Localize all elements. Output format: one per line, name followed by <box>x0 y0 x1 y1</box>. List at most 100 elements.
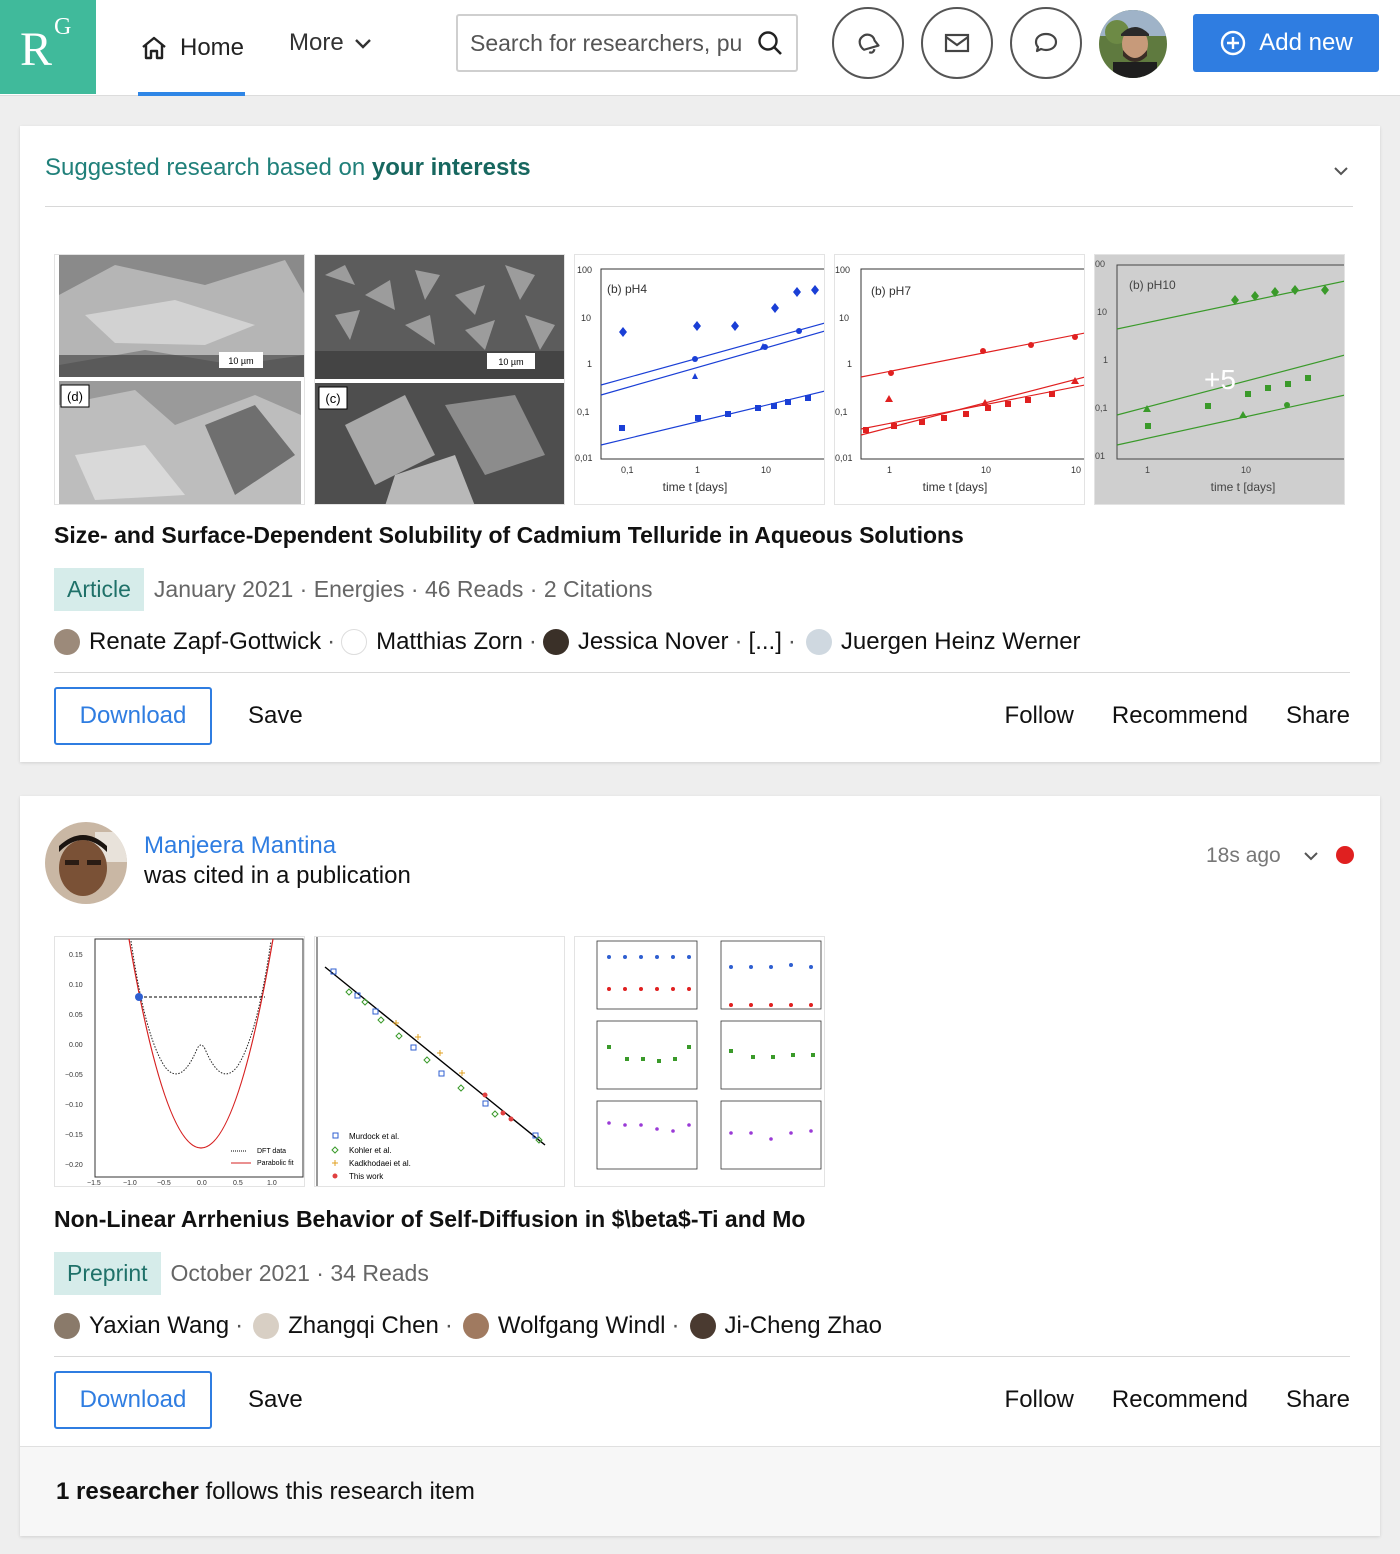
publication-meta: Preprint October 2021 · 34 Reads <box>54 1252 429 1295</box>
figure-thumbnail-ph10-plot[interactable]: 00 10 1 0,1 01 1 10 time t [days] (b) pH10 +5 <box>1094 254 1345 505</box>
svg-text:0,1: 0,1 <box>835 407 848 417</box>
author-name[interactable]: Ji-Cheng Zhao <box>725 1312 882 1340</box>
share-button[interactable]: Share <box>1286 702 1350 730</box>
separator: · <box>734 628 743 655</box>
figure-thumbnail-sem-2[interactable]: 10 µm (c) <box>314 254 565 505</box>
figure-thumbnail-ph4-plot[interactable]: 100 10 1 0,1 0,01 0,1 1 10 time t [days] (b) p… <box>574 254 825 505</box>
figure-thumbnail-energy-curve[interactable]: 0.15 0.10 0.05 0.00 −0.05 −0.10 −0.15 −0.20 −1… <box>54 936 305 1187</box>
author-avatar[interactable] <box>805 629 832 655</box>
legend-item: Kadkhodaei et al. <box>349 1159 411 1168</box>
solubility-plot: 100 10 1 0,1 0,01 0,1 1 10 time t [days] (b) p… <box>575 265 824 494</box>
author-name[interactable]: Juergen Heinz Werner <box>841 628 1081 656</box>
more-authors[interactable]: [...] <box>749 628 782 656</box>
author-avatar[interactable] <box>462 1313 489 1339</box>
download-button[interactable]: Download <box>54 687 212 745</box>
researchgate-logo[interactable]: R G <box>0 0 96 94</box>
author-name[interactable]: Yaxian Wang <box>89 1312 229 1340</box>
nav-more-label: More <box>289 29 344 56</box>
author-avatar[interactable] <box>542 629 569 655</box>
author-avatar[interactable] <box>253 1313 280 1339</box>
figure-thumbnail-arrhenius-plot[interactable]: Murdock et al. Kohler et al. Kadkhodaei … <box>314 936 565 1187</box>
figure-thumbnail-ph7-plot[interactable]: 100 10 1 0,1 0,01 1 10 10 time t [days] (b) pH… <box>834 254 1085 505</box>
svg-text:1: 1 <box>887 465 892 475</box>
share-button[interactable]: Share <box>1286 1386 1350 1414</box>
add-new-button[interactable]: Add new <box>1193 14 1379 72</box>
separator: · <box>327 628 336 655</box>
user-avatar[interactable] <box>1099 10 1167 78</box>
feed-item-card: Manjeera Mantina was cited in a publicat… <box>20 796 1380 1536</box>
author-name[interactable]: Jessica Nover <box>578 628 729 656</box>
separator: · <box>235 1312 244 1339</box>
figure-thumbnail-sem-1[interactable]: 10 µm (d) <box>54 254 305 505</box>
svg-text:0,01: 0,01 <box>835 453 853 463</box>
publication-type-badge: Preprint <box>54 1252 161 1295</box>
separator: · <box>444 1312 453 1339</box>
publication-title[interactable]: Size- and Surface-Dependent Solubility o… <box>54 522 964 549</box>
save-button[interactable]: Save <box>248 1386 303 1414</box>
messages-button[interactable] <box>921 7 993 79</box>
svg-text:−0.10: −0.10 <box>65 1102 83 1109</box>
figure-thumbnail-multipanel[interactable] <box>574 936 825 1187</box>
chat-button[interactable] <box>1010 7 1082 79</box>
legend-item: This work <box>349 1172 384 1181</box>
author-avatar[interactable] <box>54 1313 80 1339</box>
notifications-button[interactable] <box>832 7 904 79</box>
author-avatar[interactable] <box>341 629 368 655</box>
search-input[interactable] <box>470 29 750 57</box>
author-name[interactable]: Zhangqi Chen <box>288 1312 439 1340</box>
save-button[interactable]: Save <box>248 702 303 730</box>
svg-text:100: 100 <box>835 265 850 275</box>
author-list: Yaxian Wang · Zhangqi Chen · Wolfgang Wind… <box>54 1312 882 1340</box>
author-avatar[interactable] <box>689 1313 716 1339</box>
scale-bar-label: 10 µm <box>498 357 523 367</box>
figure-thumbnails[interactable]: 0.15 0.10 0.05 0.00 −0.05 −0.10 −0.15 −0.20 −1… <box>54 936 825 1187</box>
publication-title[interactable]: Non-Linear Arrhenius Behavior of Self-Di… <box>54 1206 805 1233</box>
publication-actions: Download Save Follow Recommend Share <box>54 687 1350 745</box>
author-list: Renate Zapf-Gottwick · Matthias Zorn · Jes… <box>54 628 1081 656</box>
bell-icon <box>858 33 880 54</box>
solubility-plot: 00 10 1 0,1 01 1 10 time t [days] (b) pH10 +5 <box>1095 255 1344 504</box>
x-axis-label: time t [days] <box>663 480 728 494</box>
svg-text:0.00: 0.00 <box>69 1042 83 1049</box>
chevron-down-icon[interactable] <box>1301 846 1321 866</box>
svg-text:10: 10 <box>1097 307 1107 317</box>
author-name[interactable]: Matthias Zorn <box>376 628 523 656</box>
svg-text:1: 1 <box>695 465 700 475</box>
svg-text:10: 10 <box>1071 465 1081 475</box>
add-new-label: Add new <box>1259 29 1353 56</box>
search-box[interactable] <box>456 14 798 72</box>
nav-more[interactable]: More <box>289 0 374 96</box>
author-name[interactable]: Wolfgang Windl <box>498 1312 666 1340</box>
download-button[interactable]: Download <box>54 1371 212 1429</box>
sem-micrograph: 10 µm (c) <box>315 255 564 504</box>
author-avatar[interactable] <box>54 629 80 655</box>
home-icon <box>142 36 166 60</box>
svg-text:0,1: 0,1 <box>577 407 590 417</box>
energy-plot: 0.15 0.10 0.05 0.00 −0.05 −0.10 −0.15 −0.20 −1… <box>65 938 304 1187</box>
feed-time-text: 18s ago <box>1206 844 1281 867</box>
recommend-button[interactable]: Recommend <box>1112 1386 1248 1414</box>
recommend-button[interactable]: Recommend <box>1112 702 1248 730</box>
author-name[interactable]: Renate Zapf-Gottwick <box>89 628 321 656</box>
x-axis-label: time t [days] <box>923 480 988 494</box>
researcher-avatar[interactable] <box>45 822 127 904</box>
suggested-heading-bold: your interests <box>371 154 531 181</box>
svg-text:1: 1 <box>1145 465 1150 475</box>
svg-text:0,1: 0,1 <box>1095 403 1108 413</box>
chevron-down-icon[interactable] <box>1330 160 1352 182</box>
search-icon[interactable] <box>756 29 784 57</box>
follow-button[interactable]: Follow <box>1005 1386 1074 1414</box>
top-navigation-bar: R G Home More Add new <box>0 0 1400 96</box>
mail-icon <box>944 33 970 53</box>
figure-thumbnails[interactable]: 10 µm (d) 10 µm (c) 100 10 1 0,1 0,01 0,… <box>54 254 1345 505</box>
nav-home[interactable]: Home <box>138 0 245 96</box>
svg-text:1: 1 <box>587 359 592 369</box>
panel-label-c: (c) <box>325 391 340 406</box>
follow-button[interactable]: Follow <box>1005 702 1074 730</box>
svg-text:1: 1 <box>1103 355 1108 365</box>
svg-text:0.5: 0.5 <box>233 1180 243 1187</box>
followers-footer[interactable]: 1 researcher follows this research item <box>20 1446 1380 1536</box>
researcher-name[interactable]: Manjeera Mantina <box>144 832 336 860</box>
publication-meta-text: January 2021 · Energies · 46 Reads · 2 C… <box>153 576 653 602</box>
svg-text:−1.5: −1.5 <box>87 1180 101 1187</box>
